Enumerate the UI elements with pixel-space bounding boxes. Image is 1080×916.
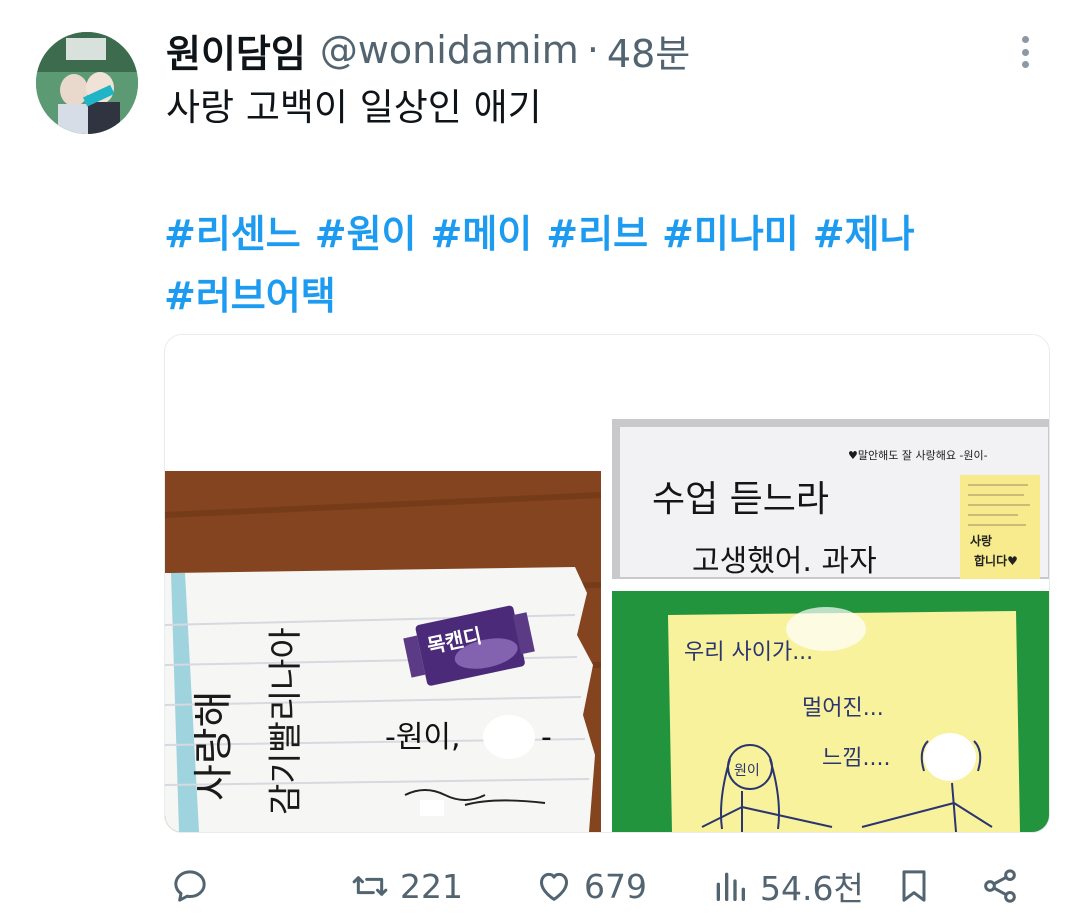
retweet-icon: [352, 876, 388, 896]
share-icon: [984, 869, 1016, 903]
bookmark-icon: [902, 870, 926, 902]
avatar[interactable]: [36, 32, 138, 134]
drawing-line-1: 우리 사이가...: [684, 640, 813, 665]
figure-label: 원이: [734, 763, 760, 779]
heart-icon: [540, 872, 568, 901]
drawing-line-3: 느낌....: [822, 746, 890, 771]
more-options-icon[interactable]: [1010, 32, 1040, 72]
note-vertical-text-1: 사랑해: [191, 691, 237, 801]
board-line-1: 수업 듣느라: [652, 479, 829, 520]
user-handle[interactable]: @wonidamim: [320, 28, 579, 72]
hashtag-link[interactable]: #제나: [813, 203, 915, 265]
photo-whiteboard-note[interactable]: ♥말안해도 잘 사랑해요 -원이- 수업 듣느라 고생했어. 과자 사랑 합니다…: [612, 335, 1049, 579]
timestamp[interactable]: 48분: [607, 23, 690, 78]
tweet-text: 사랑 고백이 일상인 애기: [166, 86, 542, 129]
photo-candy-note[interactable]: 목캔디 -원이, - 사랑해 감기빨리나아: [165, 335, 601, 832]
retweet-button[interactable]: 221: [350, 858, 463, 914]
like-button[interactable]: 679: [534, 858, 647, 914]
views-count: 54.6천: [760, 869, 864, 908]
action-bar: 221 679 54.6천: [0, 858, 1080, 914]
note-dash: -: [541, 720, 552, 755]
bookmark-button[interactable]: [894, 858, 934, 914]
analytics-icon: [716, 872, 745, 901]
retweet-count: 221: [400, 866, 463, 906]
views-button[interactable]: 54.6천: [710, 858, 864, 914]
like-count: 679: [584, 866, 647, 906]
header-note: ♥말안해도 잘 사랑해요 -원이-: [848, 448, 988, 462]
hashtag-link[interactable]: #리센느: [164, 203, 301, 265]
photo-sticky-drawing[interactable]: 우리 사이가... 멀어진... 느낌.... 원이: [612, 591, 1049, 832]
reply-icon: [174, 870, 206, 902]
display-name[interactable]: 원이담임: [166, 23, 306, 78]
hashtag-list: #리센느 #원이 #메이 #리브 #미나미 #제나 #러브어택: [164, 203, 1024, 327]
hashtag-link[interactable]: #러브어택: [164, 265, 336, 327]
tweet-header: 원이담임 @wonidamim · 48분: [166, 24, 690, 76]
reply-button[interactable]: [170, 858, 220, 914]
drawing-line-2: 멀어진...: [802, 696, 884, 721]
hashtag-link[interactable]: #메이: [431, 203, 533, 265]
media-grid: 목캔디 -원이, - 사랑해 감기빨리나아 ♥말안해도 잘 사랑해요 -원이- …: [164, 334, 1050, 833]
separator-dot: ·: [586, 28, 599, 72]
hashtag-link[interactable]: #미나미: [662, 203, 799, 265]
board-line-2: 고생했어. 과자: [692, 544, 877, 579]
note-signature: -원이,: [385, 720, 461, 755]
hashtag-link[interactable]: #원이: [315, 203, 417, 265]
sticky-line-2: 합니다♥: [974, 553, 1018, 568]
sticky-line-1: 사랑: [970, 533, 992, 548]
share-button[interactable]: [980, 858, 1020, 914]
hashtag-link[interactable]: #리브: [546, 203, 648, 265]
note-vertical-text-2: 감기빨리나아: [266, 627, 306, 815]
